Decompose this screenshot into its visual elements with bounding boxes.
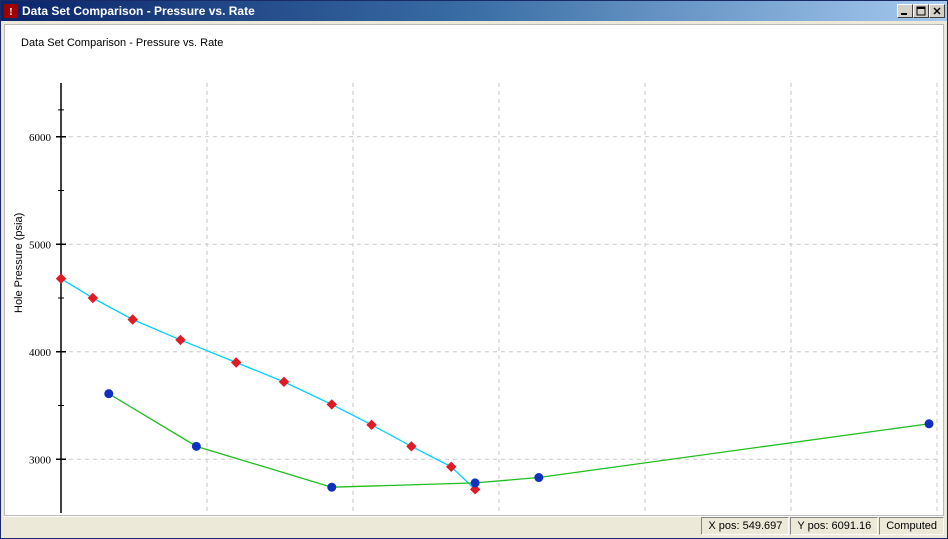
status-xpos-value: 549.697 — [743, 520, 783, 532]
window: ! Data Set Comparison - Pressure vs. Rat… — [0, 0, 948, 539]
status-xpos: X pos: 549.697 — [701, 517, 789, 535]
window-title: Data Set Comparison - Pressure vs. Rate — [22, 4, 897, 18]
y-tick-label: 3000 — [29, 454, 52, 466]
series-0 — [57, 274, 480, 494]
window-controls — [897, 4, 945, 18]
y-tick-label: 4000 — [29, 347, 52, 359]
minimize-button[interactable] — [897, 4, 913, 18]
maximize-button[interactable] — [913, 4, 929, 18]
y-tick-label: 5000 — [29, 239, 52, 251]
svg-text:!: ! — [9, 6, 13, 18]
plot-svg: 3000 4000 5000 6000 — [5, 25, 943, 515]
status-ypos-value: 6091.16 — [831, 520, 871, 532]
client-area: Data Set Comparison - Pressure vs. Rate … — [1, 21, 947, 538]
grid — [56, 83, 937, 513]
series-1 — [105, 390, 933, 492]
status-ypos: Y pos: 6091.16 — [790, 517, 878, 535]
chart-area[interactable]: Data Set Comparison - Pressure vs. Rate … — [4, 24, 944, 516]
status-computed: Computed — [879, 517, 944, 535]
y-tick-label: 6000 — [29, 132, 52, 144]
status-spacer — [4, 517, 701, 535]
status-bar: X pos: 549.697 Y pos: 6091.16 Computed — [4, 516, 944, 535]
title-bar: ! Data Set Comparison - Pressure vs. Rat… — [1, 1, 947, 21]
status-ypos-label: Y pos: — [797, 520, 828, 532]
close-button[interactable] — [929, 4, 945, 18]
app-icon: ! — [4, 4, 18, 18]
status-xpos-label: X pos: — [708, 520, 739, 532]
